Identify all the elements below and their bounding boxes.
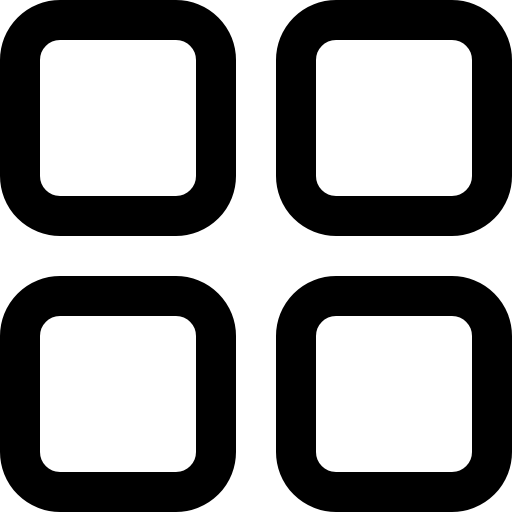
grid-view-icon xyxy=(0,0,512,512)
icon-canvas xyxy=(0,0,512,512)
grid-tile-bottom-right xyxy=(276,276,512,512)
grid-tile-top-right xyxy=(276,0,512,236)
grid-tile-bottom-left xyxy=(0,276,236,512)
grid-tile-top-left xyxy=(0,0,236,236)
